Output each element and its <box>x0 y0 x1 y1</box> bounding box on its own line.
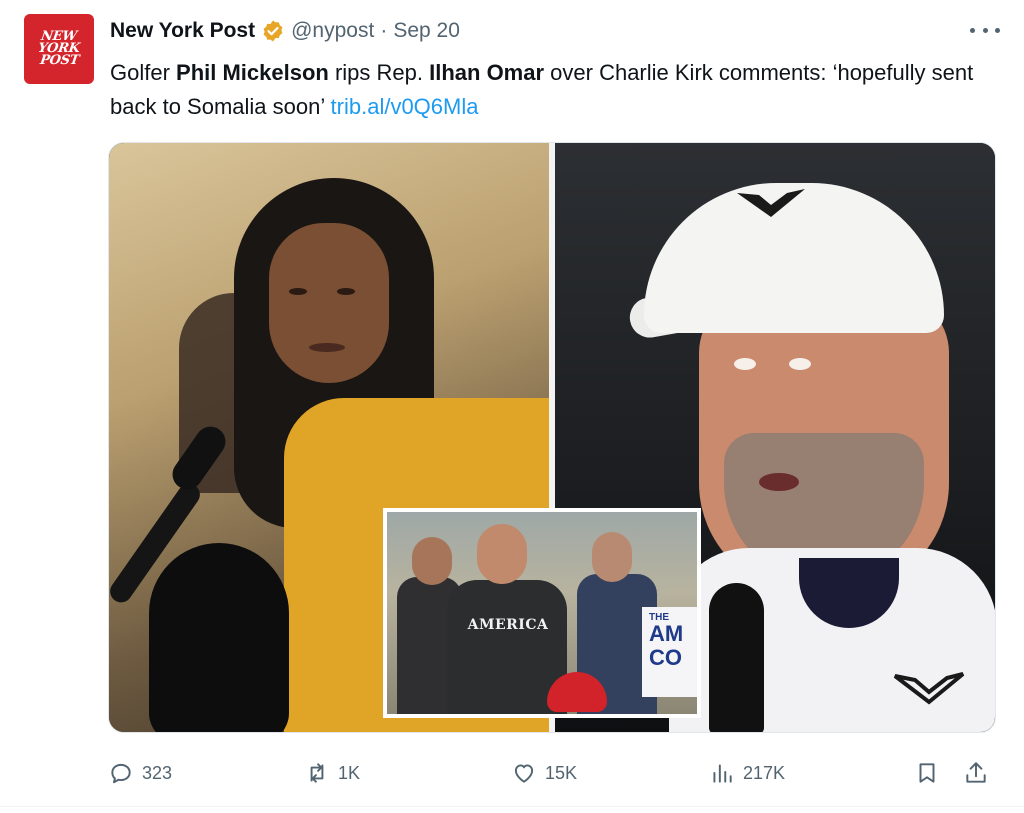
tweet-text-segment: rips Rep. <box>328 60 430 85</box>
eye <box>337 288 355 295</box>
avatar-logo-line: POST <box>38 53 80 68</box>
bookmark-button[interactable] <box>914 757 940 789</box>
repost-button[interactable]: 1K <box>304 757 360 789</box>
face-left <box>269 223 389 383</box>
more-dot <box>982 27 988 33</box>
tweet-text-bold: Phil Mickelson <box>176 60 329 85</box>
eye <box>289 288 307 295</box>
eye <box>734 358 756 370</box>
sign-text: AM CO <box>649 622 683 670</box>
more-dot <box>995 27 1000 33</box>
like-count: 15K <box>545 762 578 783</box>
share-icon <box>966 762 986 783</box>
heart-icon <box>514 764 534 783</box>
reply-button[interactable]: 323 <box>108 757 172 789</box>
views-icon <box>713 764 732 783</box>
person-head <box>477 524 527 584</box>
views-count: 217K <box>743 762 786 783</box>
more-dot <box>970 27 975 33</box>
repost-count: 1K <box>338 762 361 783</box>
cap-logo-icon <box>737 189 805 217</box>
person-head <box>592 532 632 582</box>
microphone-foam-icon <box>149 543 289 732</box>
sign-text-line: CO <box>649 645 682 670</box>
verified-badge-icon <box>263 20 283 42</box>
tweet-text-bold: Ilhan Omar <box>429 60 545 85</box>
display-name[interactable]: New York Post <box>110 19 255 43</box>
divider-line <box>0 806 1024 807</box>
eye <box>789 358 811 370</box>
bookmark-icon <box>919 763 935 783</box>
shirt-print-text: AMERICA <box>467 617 549 633</box>
like-button[interactable]: 15K <box>511 757 577 789</box>
separator-dot: · <box>380 19 388 42</box>
more-options-icon[interactable] <box>970 18 1000 42</box>
action-bar: 323 1K 15K 217K <box>108 757 996 789</box>
tweet-header: New York Post @nypost · Sep 20 <box>110 16 460 46</box>
avatar[interactable]: NEW YORK POST <box>24 14 94 84</box>
person-head <box>412 537 452 585</box>
handle[interactable]: @nypost <box>291 19 374 43</box>
mouth <box>759 473 799 491</box>
repost-icon <box>310 763 324 783</box>
reply-count: 323 <box>142 762 173 783</box>
inset-photo: THE AM CO AMERICA <box>383 508 701 718</box>
mouth <box>309 343 345 352</box>
sign-text-line: AM <box>649 621 684 646</box>
reply-icon <box>111 763 131 784</box>
tweet-card[interactable]: NEW YORK POST New York Post @nypost · Se… <box>0 0 1024 813</box>
microphone-icon <box>709 583 764 732</box>
tweet-link[interactable]: trib.al/v0Q6Mla <box>331 94 479 119</box>
tweet-text-segment: Golfer <box>110 60 177 85</box>
share-button[interactable] <box>963 757 989 789</box>
post-date[interactable]: Sep 20 <box>393 19 460 43</box>
shirt-logo-icon <box>893 672 965 705</box>
views-button[interactable]: 217K <box>709 757 785 789</box>
tweet-text: Golfer Phil Mickelson rips Rep. Ilhan Om… <box>110 56 990 124</box>
